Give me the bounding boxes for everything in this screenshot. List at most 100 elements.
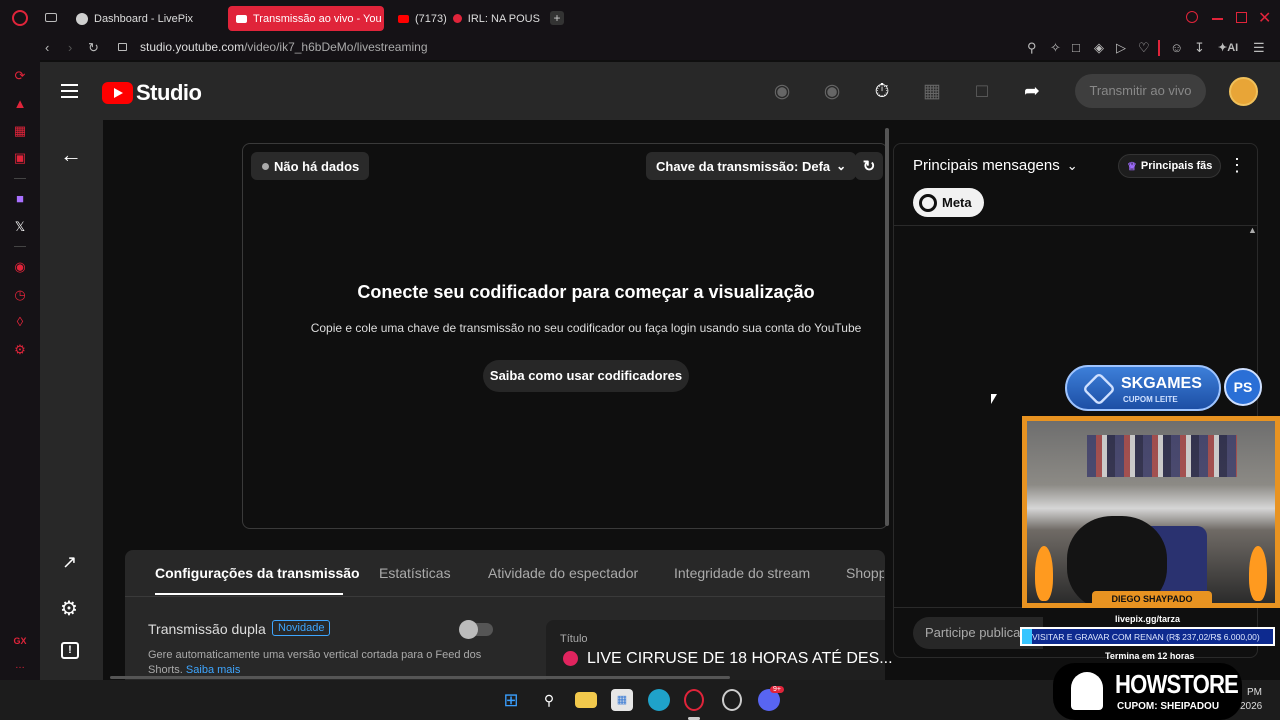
- tab-stream-settings[interactable]: Configurações da transmissão: [155, 565, 360, 581]
- learn-encoders-button[interactable]: Saiba como usar codificadores: [483, 360, 689, 392]
- preview-panel: Não há dados Chave da transmissão: Defa …: [242, 143, 888, 529]
- live-red-dot-icon: [563, 651, 578, 666]
- stream-key-dropdown[interactable]: Chave da transmissão: Defa ⌄: [646, 152, 857, 180]
- ghost-logo-icon: [1071, 672, 1103, 710]
- x-icon[interactable]: 𝕏: [12, 219, 28, 235]
- clock-date[interactable]: 2026: [1240, 701, 1262, 712]
- speed-dial-icon[interactable]: ⟳: [12, 68, 28, 84]
- account-icon[interactable]: ☺: [1170, 40, 1183, 55]
- feedback-icon[interactable]: !: [61, 642, 79, 659]
- back-icon[interactable]: ‹: [45, 40, 49, 55]
- bookmark-icon[interactable]: □: [970, 80, 994, 104]
- gx-control-icon[interactable]: ▲: [12, 96, 28, 112]
- menu-icon[interactable]: ☰: [1253, 40, 1265, 56]
- hamburger-menu-icon[interactable]: [61, 84, 78, 98]
- tab-island-icon[interactable]: [45, 13, 57, 22]
- reload-icon[interactable]: ↻: [88, 40, 99, 56]
- title-field[interactable]: Título LIVE CIRRUSE DE 18 HORAS ATÉ DES.…: [546, 620, 893, 680]
- pin-icon[interactable]: ✧: [1050, 40, 1061, 56]
- settings-icon[interactable]: ⚙: [12, 342, 28, 358]
- learn-more-link[interactable]: Saiba mais: [186, 664, 240, 676]
- chevron-down-icon: ⌄: [836, 159, 847, 173]
- search-icon[interactable]: [1186, 11, 1198, 23]
- monetization-add-icon[interactable]: ◉: [770, 80, 794, 104]
- flame-left-icon: [1035, 546, 1053, 601]
- cleaner-icon[interactable]: ▦: [12, 123, 28, 139]
- more-options-icon[interactable]: ⋮: [1228, 156, 1246, 174]
- tab-viewer-activity[interactable]: Atividade do espectador: [488, 565, 638, 581]
- history-icon[interactable]: ◷: [12, 287, 28, 303]
- more-icon[interactable]: …: [12, 658, 28, 674]
- clock-time[interactable]: PM: [1247, 687, 1262, 698]
- tab-shopping[interactable]: Shopp: [846, 565, 884, 581]
- opera-logo-icon[interactable]: [12, 10, 28, 26]
- chat-mode-dropdown[interactable]: Principais mensagens ⌄: [913, 157, 1078, 174]
- refresh-button[interactable]: ↻: [855, 152, 883, 180]
- skgames-logo-icon: [1082, 372, 1116, 406]
- shield-icon[interactable]: ◈: [1094, 40, 1104, 56]
- maximize-icon[interactable]: [1236, 12, 1247, 23]
- file-explorer-icon[interactable]: [575, 692, 597, 708]
- meta-chip[interactable]: Meta: [913, 188, 984, 217]
- horizontal-scrollbar[interactable]: [110, 676, 730, 679]
- livepix-link: livepix.gg/tarza: [1115, 614, 1181, 624]
- windows-start-icon[interactable]: ⊞: [500, 689, 522, 711]
- refresh-icon: ↻: [862, 158, 876, 175]
- chat-scroll-up-icon[interactable]: ▲: [1248, 225, 1257, 235]
- clapperboard-icon[interactable]: ▦: [920, 80, 944, 104]
- snapshot-icon[interactable]: □: [1072, 40, 1080, 55]
- search-icon[interactable]: ⚲: [538, 689, 560, 711]
- crown-icon: ♕: [1127, 160, 1137, 173]
- new-tab-icon[interactable]: +: [550, 11, 564, 25]
- news-icon[interactable]: ▣: [12, 150, 28, 166]
- playstation-icon: PS: [1224, 368, 1262, 406]
- ai-icon[interactable]: ✦AI: [1218, 41, 1238, 54]
- dual-stream-toggle[interactable]: [459, 620, 493, 639]
- studio-logo[interactable]: Studio: [102, 80, 202, 106]
- top-fans-button[interactable]: ♕ Principais fãs: [1118, 154, 1222, 178]
- url-field[interactable]: studio.youtube.com/video/ik7_h6bDeMo/liv…: [140, 40, 428, 54]
- goal-text: VISITAR E GRAVAR COM RENAN (R$ 237,02/R$…: [1032, 632, 1260, 642]
- chevron-down-icon: ⌄: [1066, 157, 1078, 173]
- webcam-frame: [1022, 416, 1280, 608]
- tab-youtube-studio[interactable]: Transmissão ao vivo - You: [228, 6, 384, 31]
- go-live-button[interactable]: Transmitir ao vivo: [1075, 74, 1206, 108]
- close-icon[interactable]: ✕: [1258, 8, 1271, 28]
- heart-icon[interactable]: ♡: [1138, 40, 1150, 56]
- studio-left-rail: ← ↗ ⚙ !: [40, 120, 103, 680]
- tab-livepix[interactable]: Dashboard - LivePix: [68, 6, 223, 31]
- stream-settings-card: Configurações da transmissão Estatística…: [125, 550, 893, 680]
- divider: [125, 596, 885, 597]
- opera-gx-icon[interactable]: [684, 689, 704, 711]
- gx-icon[interactable]: GX: [12, 633, 28, 649]
- player-icon[interactable]: ◉: [12, 259, 28, 275]
- share-icon[interactable]: ➦: [1020, 80, 1044, 104]
- title-label: Título: [560, 633, 588, 645]
- dual-stream-description: Gere automaticamente uma versão vertical…: [148, 649, 482, 676]
- monetization-icon[interactable]: ◉: [820, 80, 844, 104]
- status-dot-icon: [262, 162, 269, 170]
- timer-icon[interactable]: ⏱: [870, 80, 894, 104]
- active-tab-indicator: [155, 593, 343, 595]
- back-arrow-icon[interactable]: ←: [60, 142, 82, 168]
- extensions-icon[interactable]: ◊: [12, 314, 28, 330]
- twitch-icon[interactable]: ■: [12, 191, 28, 207]
- obs-icon[interactable]: [722, 689, 742, 711]
- tab-youtube-live[interactable]: (7173) IRL: NA POUSAD: [390, 6, 540, 31]
- forward-icon[interactable]: ›: [68, 40, 72, 55]
- store-icon[interactable]: ▦: [611, 689, 633, 711]
- tab-stream-health[interactable]: Integridade do stream: [674, 565, 810, 581]
- minimize-icon[interactable]: [1212, 18, 1223, 20]
- preview-description: Copie e cole uma chave de transmissão no…: [310, 321, 862, 335]
- tab-statistics[interactable]: Estatísticas: [379, 565, 451, 581]
- avatar[interactable]: [1229, 77, 1258, 106]
- main-scrollbar[interactable]: [885, 128, 889, 526]
- youtube-logo-icon: [102, 82, 133, 104]
- edge-icon[interactable]: [648, 689, 670, 711]
- external-link-icon[interactable]: ↗: [62, 552, 77, 573]
- settings-icon[interactable]: ⚙: [60, 596, 78, 621]
- download-icon[interactable]: ↧: [1194, 40, 1205, 56]
- zoom-icon[interactable]: ⚲: [1027, 40, 1037, 56]
- player-icon[interactable]: ▷: [1116, 40, 1126, 56]
- goal-progress-fill: [1022, 629, 1032, 644]
